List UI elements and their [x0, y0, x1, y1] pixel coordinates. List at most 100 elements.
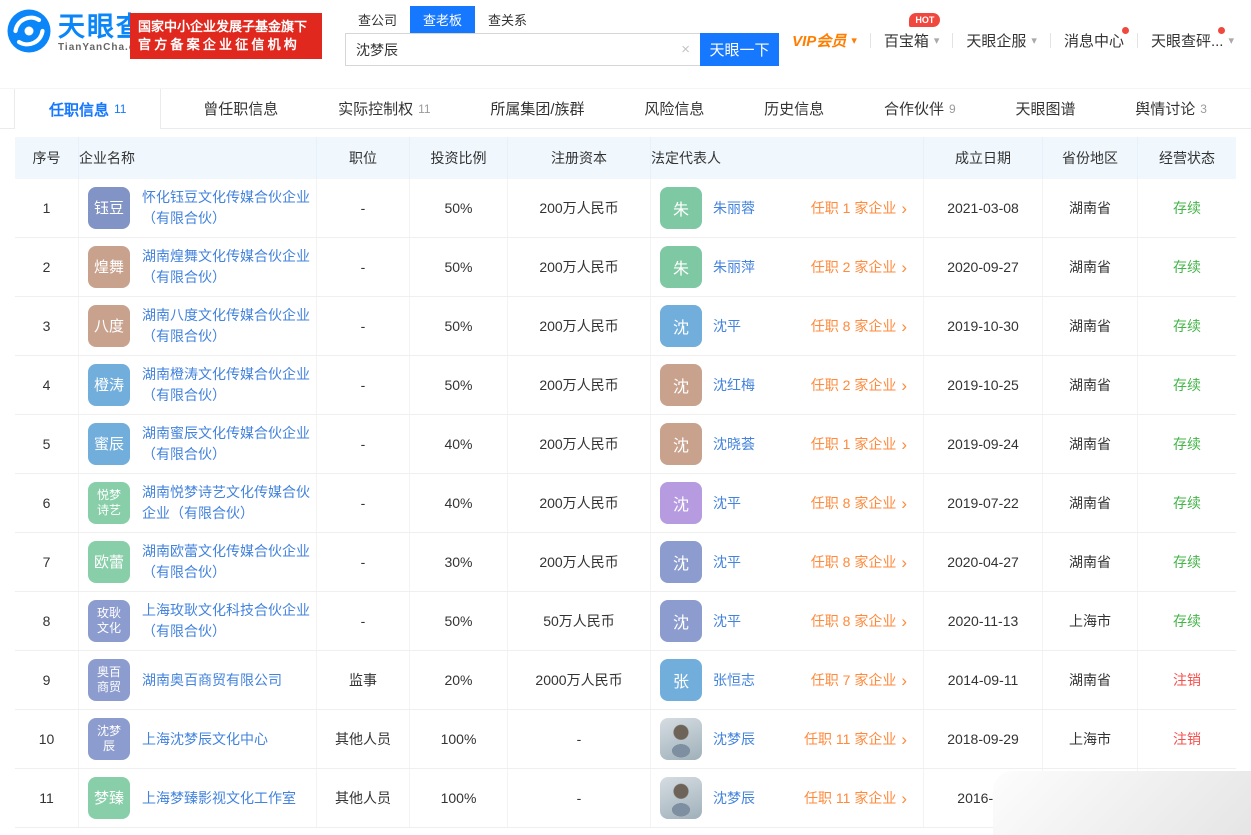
tab-1[interactable]: 任职信息 11 — [14, 89, 162, 129]
rep-companies-link[interactable]: 任职 1 家企业 › — [811, 198, 907, 218]
tab-5[interactable]: 风险信息 — [626, 89, 722, 128]
tab-label: 曾任职信息 — [203, 101, 279, 118]
rep-name-link[interactable]: 沈梦辰 — [713, 729, 803, 749]
company-logo[interactable]: 八度 — [88, 305, 130, 347]
company-name-link[interactable]: 上海梦臻影视文化工作室 — [142, 788, 316, 809]
company-name-link[interactable]: 湖南八度文化传媒合伙企业（有限合伙） — [142, 305, 316, 347]
rep-name-link[interactable]: 朱丽蓉 — [713, 198, 803, 218]
rep-companies-link[interactable]: 任职 11 家企业 › — [804, 788, 907, 808]
nav-item-1[interactable]: VIP会员 ▾ — [779, 30, 870, 51]
status-badge: 存续 — [1173, 259, 1201, 275]
company-name-link[interactable]: 湖南奥百商贸有限公司 — [142, 670, 316, 691]
tab-label: 天眼图谱 — [1015, 101, 1076, 118]
tab-2[interactable]: 曾任职信息 — [185, 89, 296, 128]
rep-companies-link[interactable]: 任职 2 家企业 › — [811, 375, 907, 395]
search-tab-3[interactable]: 查关系 — [475, 6, 540, 33]
rep-companies-link[interactable]: 任职 7 家企业 › — [811, 670, 907, 690]
gov-certification-badge: 国家中小企业发展子基金旗下 官方备案企业征信机构 — [130, 13, 322, 59]
invest-ratio-value: 50% — [444, 318, 473, 334]
tab-8[interactable]: 天眼图谱 — [997, 89, 1093, 128]
rep-avatar[interactable]: 张 — [660, 659, 702, 701]
company-name-link[interactable]: 湖南欧蕾文化传媒合伙企业（有限合伙） — [142, 541, 316, 583]
company-name-link[interactable]: 湖南蜜辰文化传媒合伙企业（有限合伙） — [142, 423, 316, 465]
tab-3[interactable]: 实际控制权 11 — [320, 89, 448, 128]
rep-name-link[interactable]: 沈梦辰 — [713, 788, 803, 808]
rep-name-link[interactable]: 沈晓荟 — [713, 434, 803, 454]
tab-7[interactable]: 合作伙伴 9 — [866, 89, 974, 128]
company-logo[interactable]: 橙涛 — [88, 364, 130, 406]
company-name-link[interactable]: 上海沈梦辰文化中心 — [142, 729, 316, 750]
company-logo[interactable]: 梦臻 — [88, 777, 130, 819]
rep-avatar[interactable] — [660, 718, 702, 760]
chevron-down-icon: ▾ — [1031, 35, 1037, 47]
rep-companies-link[interactable]: 任职 8 家企业 › — [811, 493, 907, 513]
status-badge: 存续 — [1173, 436, 1201, 452]
company-logo[interactable]: 钰豆 — [88, 187, 130, 229]
column-header: 投资比例 — [410, 137, 508, 179]
company-logo[interactable]: 奥百 商贸 — [88, 659, 130, 701]
rep-avatar[interactable]: 朱 — [660, 187, 702, 229]
row-number: 3 — [42, 318, 51, 334]
rep-name-link[interactable]: 沈平 — [713, 493, 803, 513]
rep-avatar[interactable]: 沈 — [660, 600, 702, 642]
region-value: 上海市 — [1069, 731, 1111, 747]
search-tab-2[interactable]: 查老板 — [410, 6, 476, 33]
rep-avatar[interactable] — [660, 777, 702, 819]
rep-name-link[interactable]: 沈平 — [713, 316, 803, 336]
rep-companies-link[interactable]: 任职 8 家企业 › — [811, 552, 907, 572]
tab-6[interactable]: 历史信息 — [746, 89, 842, 128]
rep-avatar[interactable]: 沈 — [660, 541, 702, 583]
company-logo[interactable]: 悦梦 诗艺 — [88, 482, 130, 524]
rep-name-link[interactable]: 沈平 — [713, 552, 803, 572]
rep-companies-link[interactable]: 任职 2 家企业 › — [811, 257, 907, 277]
nav-item-3[interactable]: 天眼企服 ▾ — [953, 30, 1050, 51]
company-logo[interactable]: 蜜辰 — [88, 423, 130, 465]
rep-avatar[interactable]: 沈 — [660, 305, 702, 347]
rep-companies-link[interactable]: 任职 8 家企业 › — [811, 316, 907, 336]
table-header-row: 序号 企业名称 职位 投资比例 注册资本 法定代表人 成立日期 省份地区 经营状态 — [15, 137, 1236, 179]
nav-item-2[interactable]: 百宝箱 HOT ▾ — [871, 13, 953, 51]
rep-companies-link[interactable]: 任职 1 家企业 › — [811, 434, 907, 454]
search-input[interactable] — [345, 33, 700, 66]
company-logo[interactable]: 沈梦 辰 — [88, 718, 130, 760]
nav-item-label: 百宝箱 — [883, 33, 929, 50]
rep-name-link[interactable]: 张恒志 — [713, 670, 803, 690]
founded-date-value: 2014-09-11 — [947, 672, 1019, 688]
clear-search-icon[interactable]: × — [681, 41, 690, 58]
row-number: 4 — [42, 377, 51, 393]
row-number: 5 — [42, 436, 51, 452]
company-logo[interactable]: 煌舞 — [88, 246, 130, 288]
tab-label: 历史信息 — [764, 101, 825, 118]
rep-companies-link[interactable]: 任职 11 家企业 › — [804, 729, 907, 749]
rep-name-link[interactable]: 朱丽萍 — [713, 257, 803, 277]
company-logo[interactable]: 玫耿 文化 — [88, 600, 130, 642]
rep-avatar[interactable]: 沈 — [660, 482, 702, 524]
row-number: 10 — [38, 731, 55, 747]
rep-name-link[interactable]: 沈平 — [713, 611, 803, 631]
nav-item-5[interactable]: 天眼查砰... ▾ — [1138, 27, 1247, 51]
invest-ratio-value: 50% — [444, 200, 473, 216]
founded-date-value: 2021-03-08 — [947, 200, 1019, 216]
registered-capital-value: 200万人民币 — [539, 495, 619, 511]
nav-item-4[interactable]: 消息中心 — [1051, 27, 1137, 51]
tab-count: 11 — [114, 102, 127, 116]
company-name-link[interactable]: 湖南煌舞文化传媒合伙企业（有限合伙） — [142, 246, 316, 288]
rep-companies-link[interactable]: 任职 8 家企业 › — [811, 611, 907, 631]
rep-avatar[interactable]: 沈 — [660, 423, 702, 465]
tab-4[interactable]: 所属集团/族群 — [472, 89, 602, 128]
search-tab-1[interactable]: 查公司 — [345, 6, 410, 33]
company-name-link[interactable]: 湖南悦梦诗艺文化传媒合伙企业（有限合伙） — [142, 482, 316, 524]
company-name-link[interactable]: 上海玫耿文化科技合伙企业（有限合伙） — [142, 600, 316, 642]
rep-name-link[interactable]: 沈红梅 — [713, 375, 803, 395]
search-button[interactable]: 天眼一下 — [700, 33, 779, 66]
registered-capital-value: 200万人民币 — [539, 200, 619, 216]
rep-avatar[interactable]: 朱 — [660, 246, 702, 288]
company-logo[interactable]: 欧蕾 — [88, 541, 130, 583]
company-name-link[interactable]: 湖南橙涛文化传媒合伙企业（有限合伙） — [142, 364, 316, 406]
notification-dot-icon — [1121, 27, 1129, 34]
company-name-link[interactable]: 怀化钰豆文化传媒合伙企业（有限合伙） — [142, 187, 316, 229]
tab-count: 3 — [1200, 101, 1207, 116]
tab-9[interactable]: 舆情讨论 3 — [1117, 89, 1225, 128]
rep-avatar[interactable]: 沈 — [660, 364, 702, 406]
table-row: 8 玫耿 文化 上海玫耿文化科技合伙企业（有限合伙） - 50% 50万人民币 … — [15, 592, 1236, 651]
